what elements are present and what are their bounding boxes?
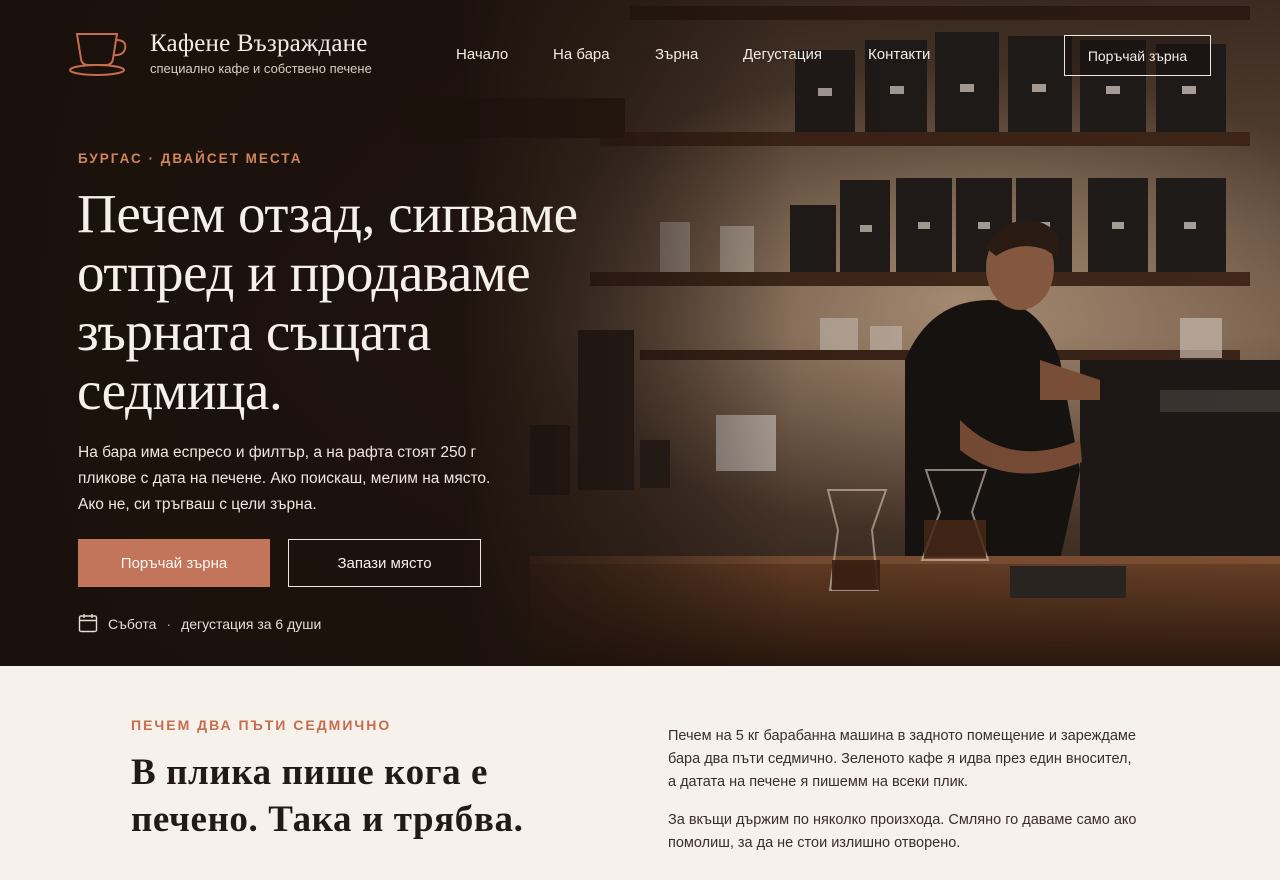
hero-section: Кафене Възраждане специално кафе и собст… (0, 0, 1280, 666)
roasting-copy: Печем на 5 кг барабанна машина в задното… (668, 725, 1138, 855)
event-separator: · (166, 616, 172, 632)
brand-name[interactable]: Кафене Възраждане (150, 30, 368, 58)
nav-beans[interactable]: Зърна (655, 46, 698, 63)
roasting-section: ПЕЧЕМ ДВА ПЪТИ СЕДМИЧНО В плика пише ког… (0, 666, 1280, 880)
nav-bar[interactable]: На бара (553, 46, 610, 63)
hero-lede: На бара има еспресо и филтър, а на рафта… (78, 444, 491, 513)
order-beans-header-button[interactable]: Поръчай зърна (1064, 35, 1211, 76)
brand-tagline: специално кафе и собствено печене (150, 61, 372, 76)
event-text: дегустация за 6 души (181, 616, 322, 632)
calendar-icon (78, 613, 98, 636)
roasting-eyebrow: ПЕЧЕМ ДВА ПЪТИ СЕДМИЧНО (131, 717, 392, 733)
tasting-event: Събота · дегустация за 6 души (78, 613, 321, 635)
hero-headline: Печем отзад, сипваме отпред и продаваме … (77, 183, 578, 421)
nav-tasting[interactable]: Дегустация (743, 46, 822, 63)
order-beans-button[interactable]: Поръчай зърна (78, 539, 270, 587)
nav-home[interactable]: Начало (456, 46, 508, 63)
hero-eyebrow: БУРГАС · ДВАЙСЕТ МЕСТА (78, 151, 303, 166)
roasting-title: В плика пише кога е печено. Така и трябв… (131, 752, 524, 840)
nav-contacts[interactable]: Контакти (868, 46, 930, 63)
event-day: Събота (108, 616, 157, 632)
roasting-paragraph-2: За вкъщи държим по няколко произхода. См… (668, 812, 1137, 851)
reserve-seat-button[interactable]: Запази място (288, 539, 481, 587)
site-header: Кафене Възраждане специално кафе и собст… (0, 0, 1280, 110)
coffee-cup-icon[interactable] (68, 29, 130, 77)
roasting-paragraph-1: Печем на 5 кг барабанна машина в задното… (668, 728, 1136, 790)
